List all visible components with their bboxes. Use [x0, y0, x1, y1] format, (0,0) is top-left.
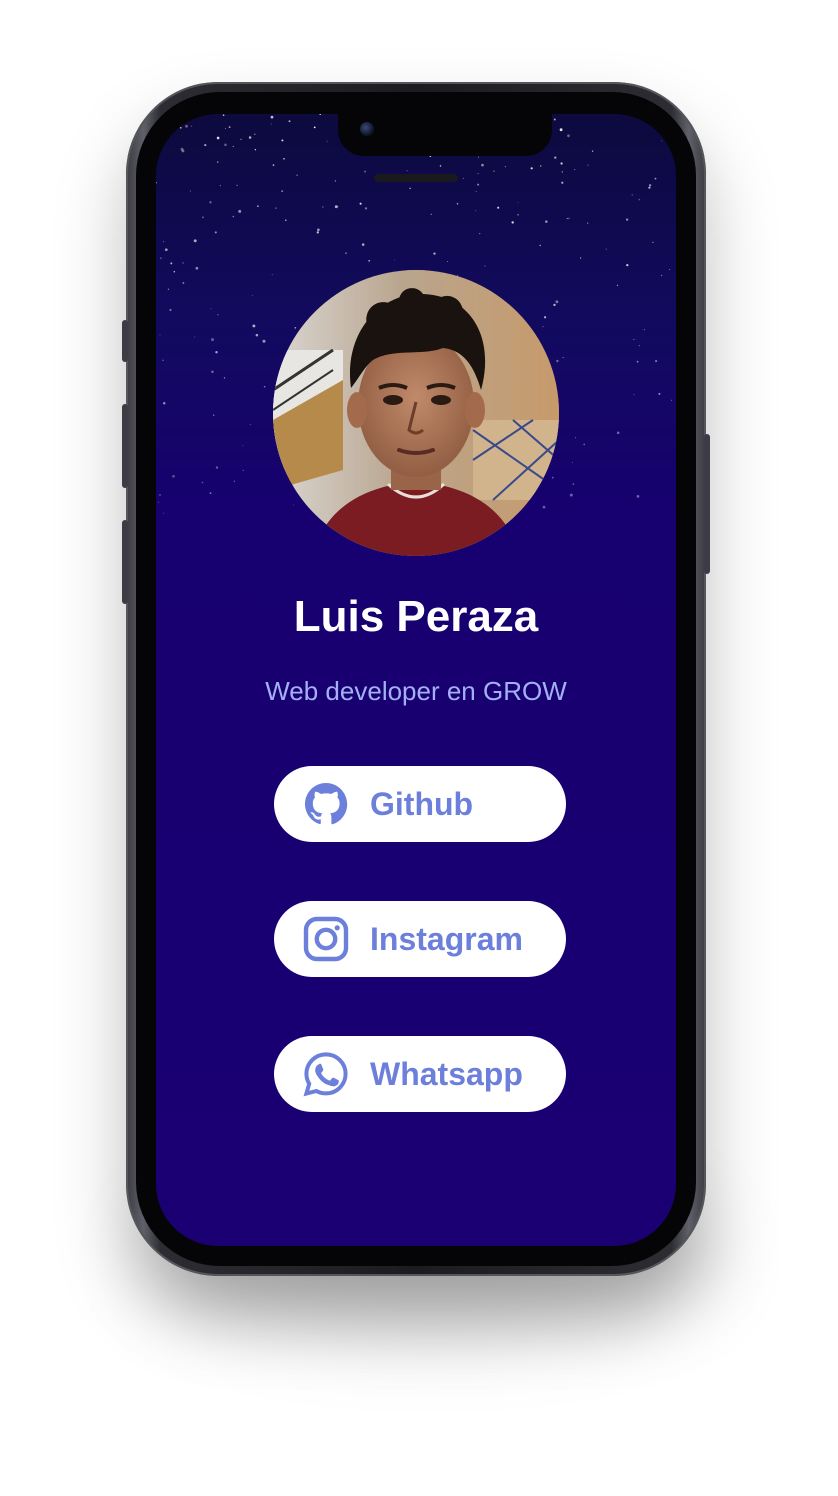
volume-up-button: [122, 404, 128, 488]
profile-subtitle: Web developer en GROW: [265, 676, 567, 706]
mockup-stage: Luis Peraza Web developer en GROW Github: [0, 0, 838, 1496]
instagram-button[interactable]: Instagram: [274, 901, 566, 977]
instagram-label: Instagram: [370, 921, 523, 957]
phone-frame: Luis Peraza Web developer en GROW Github: [122, 82, 710, 1276]
whatsapp-icon: [302, 1050, 350, 1098]
github-icon: [302, 780, 350, 828]
github-button[interactable]: Github: [274, 766, 566, 842]
avatar-photo: [273, 270, 559, 556]
whatsapp-label: Whatsapp: [370, 1056, 523, 1092]
github-label: Github: [370, 786, 474, 822]
instagram-icon: [302, 915, 350, 963]
notch: [338, 114, 552, 156]
volume-down-button: [122, 520, 128, 604]
power-button: [704, 434, 710, 574]
whatsapp-button[interactable]: Whatsapp: [274, 1036, 566, 1112]
mute-switch: [122, 320, 128, 362]
avatar: [273, 270, 559, 556]
profile-name: Luis Peraza: [293, 592, 539, 641]
front-camera: [360, 122, 374, 136]
phone-screen: Luis Peraza Web developer en GROW Github: [156, 114, 676, 1246]
speaker-grille: [374, 174, 458, 182]
